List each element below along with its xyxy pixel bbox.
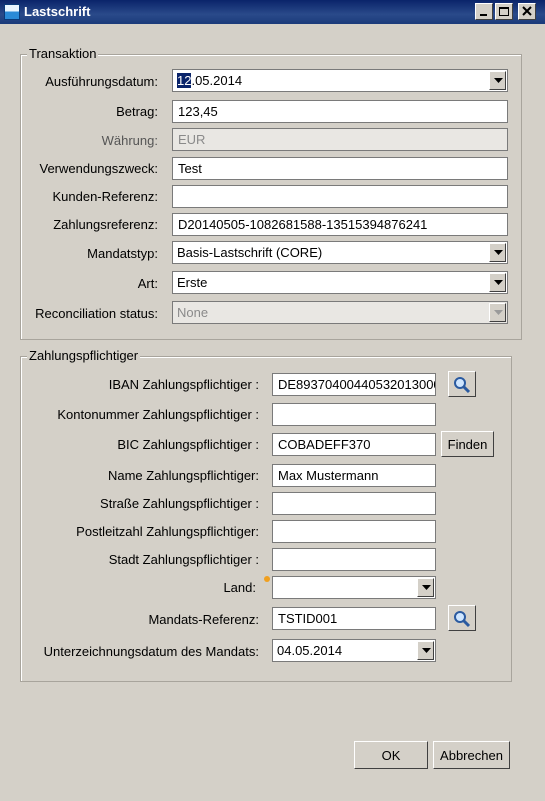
kontonummer-field[interactable] (272, 403, 436, 426)
waehrung-field: EUR (172, 128, 508, 151)
waehrung-label: Währung: (101, 133, 158, 148)
mandatstyp-dropdown-button[interactable] (489, 243, 506, 262)
art-value: Erste (177, 275, 208, 290)
strasse-label: Straße Zahlungspflichtiger : (100, 496, 259, 511)
unterzeichnungsdatum-value: 04.05.2014 (277, 643, 343, 658)
ausfuehrungsdatum-combo[interactable]: 12.05.2014 (172, 69, 508, 92)
verwendungszweck-label: Verwendungszweck: (39, 161, 158, 176)
maximize-icon (499, 7, 509, 16)
abbrechen-button[interactable]: Abbrechen (433, 741, 510, 769)
ausfuehrungsdatum-value: .05.2014 (191, 73, 243, 88)
reconciliation-combo: None (172, 301, 508, 324)
stadt-field[interactable] (272, 548, 436, 571)
art-label: Art: (137, 276, 158, 291)
chevron-down-icon (494, 310, 503, 315)
betrag-field[interactable]: 123,45 (172, 100, 508, 123)
iban-search-button[interactable] (448, 371, 476, 397)
chevron-down-icon (422, 585, 431, 590)
finden-button[interactable]: Finden (441, 431, 494, 457)
stadt-label: Stadt Zahlungspflichtiger : (108, 552, 259, 567)
name-label: Name Zahlungspflichtiger: (107, 468, 259, 483)
abbrechen-label: Abbrechen (440, 748, 503, 763)
chevron-down-icon (422, 648, 431, 653)
search-icon (454, 611, 471, 628)
close-icon (522, 6, 532, 16)
bic-field[interactable]: COBADEFF370 (272, 433, 436, 456)
reconciliation-value: None (177, 305, 209, 320)
mandatstyp-combo[interactable]: Basis-Lastschrift (CORE) (172, 241, 508, 264)
chevron-down-icon (494, 280, 503, 285)
name-field[interactable]: Max Mustermann (272, 464, 436, 487)
reconciliation-dropdown-button (489, 303, 506, 322)
bic-label: BIC Zahlungspflichtiger : (117, 437, 259, 452)
zahlungspflichtiger-group (20, 356, 512, 682)
mandats-referenz-label: Mandats-Referenz: (148, 612, 259, 627)
plz-field[interactable] (272, 520, 436, 543)
land-dropdown-button[interactable] (417, 578, 434, 597)
window-title: Lastschrift (24, 4, 91, 19)
minimize-button[interactable] (475, 3, 493, 20)
zahlungspflichtiger-legend: Zahlungspflichtiger (27, 348, 141, 363)
unterzeichnungsdatum-dropdown-button[interactable] (417, 641, 434, 660)
close-button[interactable] (518, 3, 536, 20)
zahlungsreferenz-field[interactable]: D20140505-1082681588-13515394876241 (172, 213, 508, 236)
mandatstyp-value: Basis-Lastschrift (CORE) (177, 245, 323, 260)
art-combo[interactable]: Erste (172, 271, 508, 294)
kunden-referenz-label: Kunden-Referenz: (52, 189, 158, 204)
art-dropdown-button[interactable] (489, 273, 506, 292)
plz-label: Postleitzahl Zahlungspflichtiger: (76, 524, 259, 539)
strasse-field[interactable] (272, 492, 436, 515)
transaktion-legend: Transaktion (27, 46, 99, 61)
minimize-icon (480, 14, 487, 16)
ok-button[interactable]: OK (354, 741, 428, 769)
zahlungsreferenz-label: Zahlungsreferenz: (53, 217, 158, 232)
ok-label: OK (381, 748, 401, 763)
mandatstyp-label: Mandatstyp: (87, 246, 158, 261)
chevron-down-icon (494, 78, 503, 83)
iban-label: IBAN Zahlungspflichtiger : (108, 377, 259, 392)
iban-field[interactable]: DE89370400440532013000 (272, 373, 436, 396)
unterzeichnungsdatum-label: Unterzeichnungsdatum des Mandats: (43, 644, 259, 659)
app-window-icon (4, 4, 20, 20)
mandats-referenz-field[interactable]: TSTID001 (272, 607, 436, 630)
reconciliation-label: Reconciliation status: (35, 306, 158, 321)
ausfuehrungsdatum-label: Ausführungsdatum: (45, 74, 158, 89)
unterzeichnungsdatum-combo[interactable]: 04.05.2014 (272, 639, 436, 662)
chevron-down-icon (494, 250, 503, 255)
kunden-referenz-field[interactable] (172, 185, 508, 208)
title-bar[interactable]: Lastschrift (0, 0, 545, 24)
warning-icon (264, 576, 270, 582)
land-combo[interactable] (272, 576, 436, 599)
land-label: Land: (223, 580, 256, 595)
kontonummer-label: Kontonummer Zahlungspflichtiger : (57, 407, 259, 422)
search-icon (454, 377, 471, 394)
maximize-button[interactable] (495, 3, 513, 20)
betrag-label: Betrag: (116, 104, 158, 119)
ausfuehrungsdatum-selection: 12 (177, 73, 192, 88)
mandats-referenz-search-button[interactable] (448, 605, 476, 631)
verwendungszweck-field[interactable]: Test (172, 157, 508, 180)
finden-label: Finden (447, 437, 488, 452)
ausfuehrungsdatum-dropdown-button[interactable] (489, 71, 506, 90)
